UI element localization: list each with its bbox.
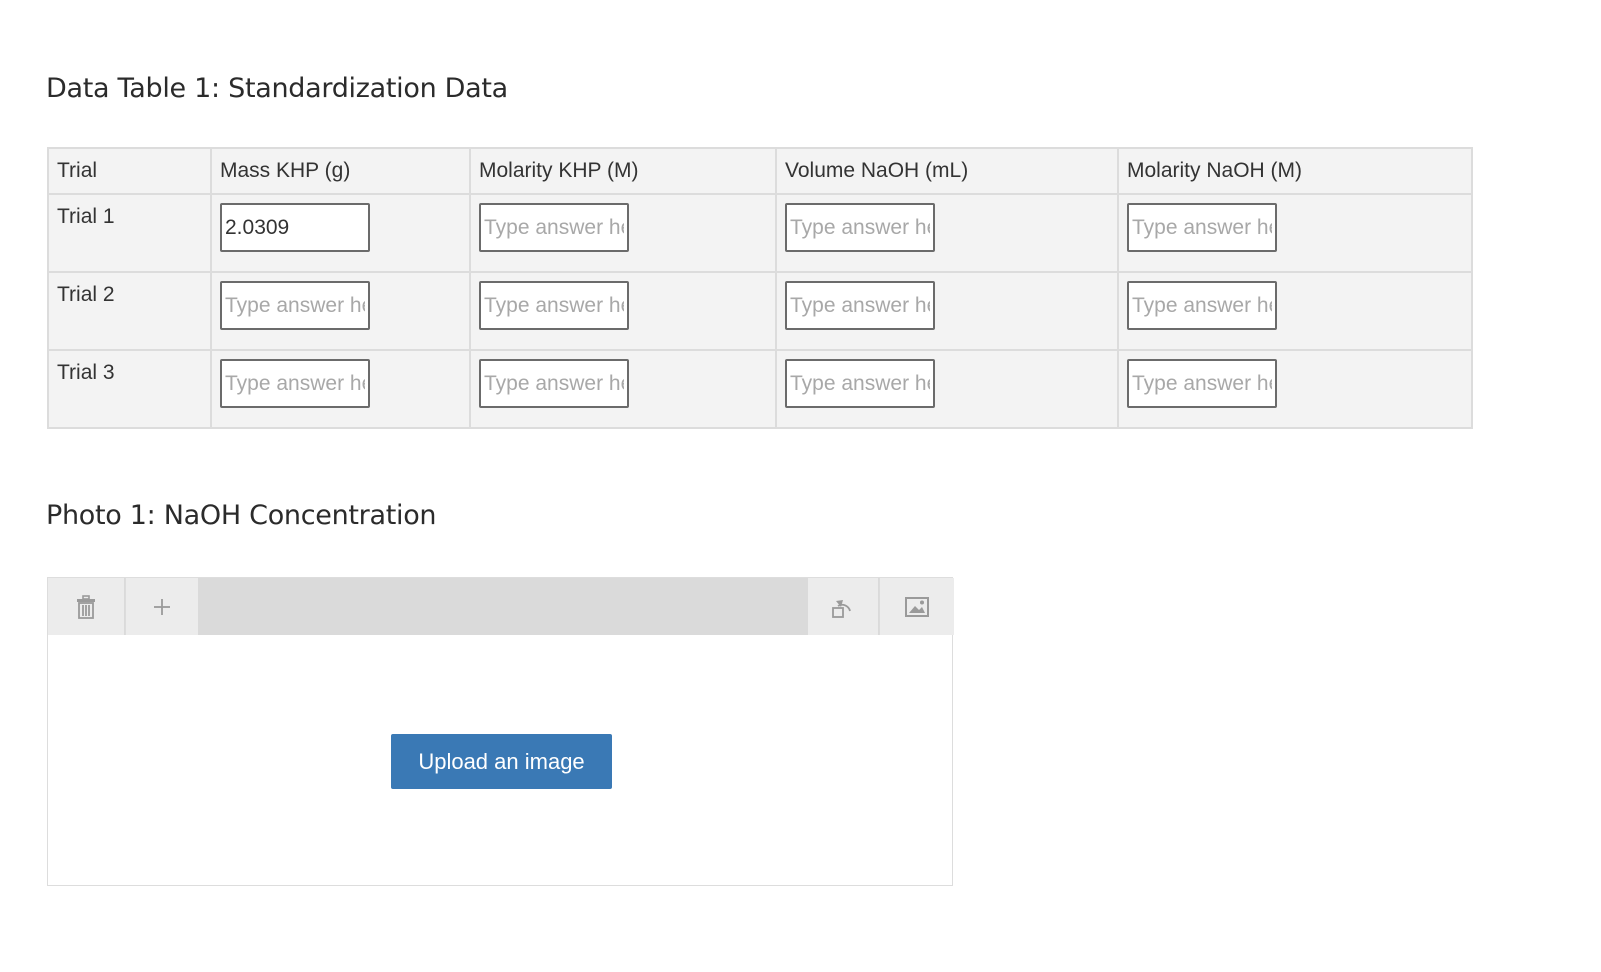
table-title: Data Table 1: Standardization Data <box>46 73 508 104</box>
molarity-naoh-input-trial-1[interactable] <box>1127 203 1277 252</box>
table-cell <box>469 349 777 429</box>
table-cell <box>210 349 471 429</box>
image-icon <box>905 596 929 617</box>
table-cell <box>210 271 471 351</box>
standardization-data-table: Trial Mass KHP (g) Molarity KHP (M) Volu… <box>47 147 1473 429</box>
table-row: Trial 1 <box>47 193 1473 273</box>
mass-khp-input-trial-1[interactable] <box>220 203 370 252</box>
header-molarity-naoh: Molarity NaOH (M) <box>1117 147 1473 195</box>
rotate-icon <box>832 599 851 618</box>
delete-image-button[interactable] <box>48 578 124 635</box>
add-image-button[interactable] <box>125 578 198 635</box>
table-row: Trial 2 <box>47 271 1473 351</box>
table-cell <box>469 271 777 351</box>
table-header-row: Trial Mass KHP (g) Molarity KHP (M) Volu… <box>47 147 1473 195</box>
header-volume-naoh: Volume NaOH (mL) <box>775 147 1119 195</box>
plus-icon <box>154 598 170 615</box>
photo-toolbar <box>48 578 954 635</box>
molarity-naoh-input-trial-2[interactable] <box>1127 281 1277 330</box>
table-cell <box>469 193 777 273</box>
table-cell <box>775 271 1119 351</box>
trash-icon <box>77 594 95 619</box>
table-row: Trial 3 <box>47 349 1473 429</box>
photo-title: Photo 1: NaOH Concentration <box>46 500 437 531</box>
molarity-naoh-input-trial-3[interactable] <box>1127 359 1277 408</box>
trial-label: Trial 2 <box>47 271 212 351</box>
table-cell <box>775 349 1119 429</box>
molarity-khp-input-trial-3[interactable] <box>479 359 629 408</box>
trial-label: Trial 3 <box>47 349 212 429</box>
header-molarity-khp: Molarity KHP (M) <box>469 147 777 195</box>
image-options-button[interactable] <box>879 578 954 635</box>
trial-label: Trial 1 <box>47 193 212 273</box>
header-trial: Trial <box>47 147 212 195</box>
molarity-khp-input-trial-1[interactable] <box>479 203 629 252</box>
mass-khp-input-trial-3[interactable] <box>220 359 370 408</box>
table-cell <box>1117 271 1473 351</box>
molarity-khp-input-trial-2[interactable] <box>479 281 629 330</box>
volume-naoh-input-trial-1[interactable] <box>785 203 935 252</box>
volume-naoh-input-trial-2[interactable] <box>785 281 935 330</box>
header-mass-khp: Mass KHP (g) <box>210 147 471 195</box>
table-cell <box>775 193 1119 273</box>
table-cell <box>1117 349 1473 429</box>
table-cell <box>210 193 471 273</box>
volume-naoh-input-trial-3[interactable] <box>785 359 935 408</box>
table-cell <box>1117 193 1473 273</box>
rotate-image-button[interactable] <box>808 578 878 635</box>
upload-image-button[interactable]: Upload an image <box>391 734 612 789</box>
photo-upload-widget: Upload an image <box>47 577 954 886</box>
mass-khp-input-trial-2[interactable] <box>220 281 370 330</box>
